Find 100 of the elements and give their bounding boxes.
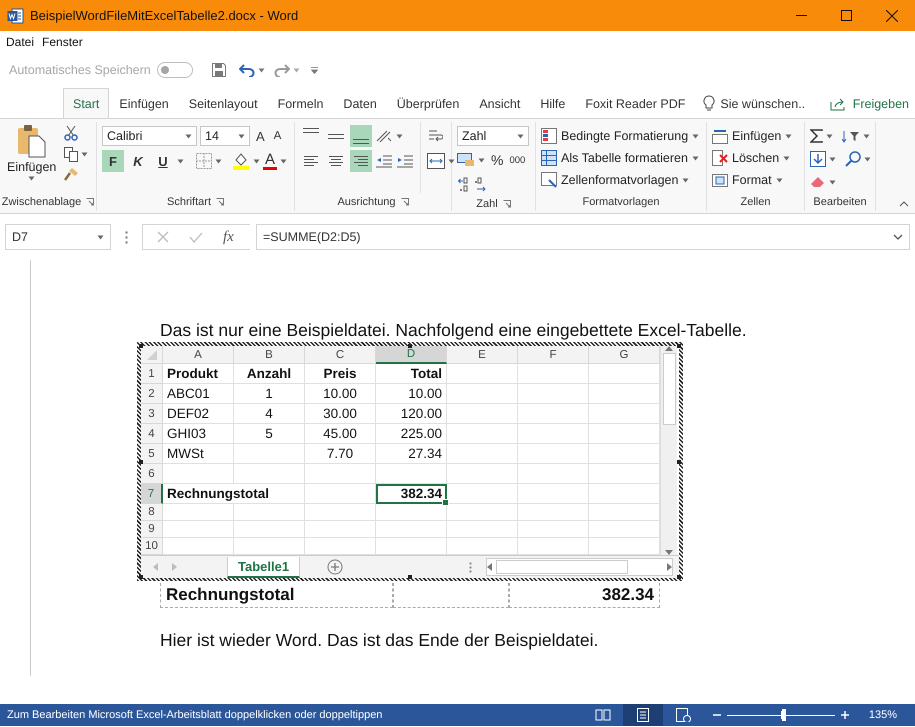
caret-icon[interactable] [253,158,260,164]
row-header[interactable]: 5 [141,444,163,464]
column-header[interactable]: D [376,346,447,364]
format-painter-icon[interactable] [64,167,80,181]
insert-cells-button[interactable]: Einfügen [712,125,792,147]
currency-icon[interactable] [457,153,475,167]
table-cell[interactable]: 382.34 [376,484,447,504]
row-header[interactable]: 3 [141,404,163,424]
menu-item[interactable]: Datei [6,34,34,50]
conditional-formatting-button[interactable]: Bedingte Formatierung [541,125,700,147]
table-cell[interactable] [518,521,589,538]
ribbon-tab[interactable]: Überprüfen [386,88,470,118]
table-cell[interactable] [447,424,518,444]
format-cells-button[interactable]: Format [712,169,792,191]
caret-icon[interactable] [396,134,403,138]
table-cell[interactable]: GHI03 [163,424,234,444]
expand-icon[interactable] [893,234,903,240]
zoom-slider-thumb[interactable] [782,709,786,721]
table-cell[interactable] [518,364,589,384]
ribbon-tab[interactable]: Hilfe [530,88,576,118]
number-format-field[interactable]: Zahl [457,126,529,146]
ribbon-tab[interactable]: Ansicht [469,88,530,118]
column-header[interactable]: B [234,346,305,364]
table-cell[interactable]: 7.70 [305,444,376,464]
more-options-icon[interactable] [469,562,472,572]
eraser-icon[interactable] [810,176,826,188]
table-cell[interactable] [163,521,234,538]
caret-icon[interactable] [682,178,690,182]
add-sheet-icon[interactable] [327,559,344,575]
zoom-in-icon[interactable] [840,711,849,719]
caret-icon[interactable] [177,158,184,164]
orientation-icon[interactable] [375,129,393,143]
copy-icon[interactable] [64,146,78,162]
table-cell[interactable] [447,444,518,464]
table-cell[interactable] [447,521,518,538]
view-button[interactable] [622,704,663,726]
wrap-text-icon[interactable] [427,128,443,144]
caret-icon[interactable] [517,134,524,138]
format-as-table-button[interactable]: Als Tabelle formatieren [541,147,700,169]
sheet-tab[interactable]: Tabelle1 [227,556,300,578]
row-header[interactable]: 4 [141,424,163,444]
menu-item[interactable]: Fenster [42,34,83,50]
table-cell[interactable] [305,504,376,521]
paste-button[interactable]: Einfügen [5,122,58,193]
vertical-align-button[interactable] [350,125,372,147]
undo-icon[interactable] [238,63,255,77]
caret-icon[interactable] [215,158,222,164]
table-cell[interactable] [305,484,376,504]
dialog-launcher-icon[interactable] [400,198,409,206]
insert-function-button[interactable]: fx [223,228,234,246]
sum-icon[interactable] [810,129,823,143]
collapse-ribbon-icon[interactable] [899,201,909,207]
resize-handle[interactable] [677,460,681,464]
caret-icon[interactable] [692,134,700,138]
share-button[interactable]: Freigeben [852,96,909,110]
row-header[interactable]: 9 [141,521,163,538]
search-icon[interactable] [845,151,861,167]
table-cell[interactable] [518,444,589,464]
table-cell[interactable] [447,504,518,521]
ribbon-tab[interactable]: Start [63,88,110,119]
table-cell[interactable] [234,521,305,538]
table-cell[interactable] [447,484,518,504]
table-cell[interactable]: MWSt [163,444,234,464]
table-cell[interactable]: 4 [234,404,305,424]
table-cell[interactable] [447,404,518,424]
font-size-field[interactable]: 14 [200,126,250,146]
table-cell[interactable]: 30.00 [305,404,376,424]
horizontal-scrollbar[interactable] [486,558,673,576]
column-header[interactable]: E [447,346,518,364]
borders-icon[interactable] [196,153,212,169]
table-cell[interactable] [376,521,447,538]
dialog-launcher-icon[interactable] [502,200,511,208]
close-icon[interactable] [886,10,898,22]
row-header[interactable]: 8 [141,504,163,521]
column-header[interactable]: F [518,346,589,364]
row-header[interactable]: 6 [141,464,163,484]
row-header[interactable]: 2 [141,384,163,404]
zoom-level[interactable]: 135% [868,709,897,721]
save-icon[interactable] [212,63,226,77]
resize-handle[interactable] [677,344,681,348]
table-cell[interactable] [518,484,589,504]
grow-font-button[interactable]: A [253,128,268,144]
formula-field[interactable]: =SUMME(D2:D5) [263,230,361,244]
lightbulb-icon[interactable] [703,95,716,112]
table-cell[interactable] [234,504,305,521]
caret-icon[interactable] [864,156,871,162]
table-cell[interactable] [518,424,589,444]
underline-button[interactable]: U [152,150,174,172]
table-cell[interactable] [376,504,447,521]
table-cell[interactable]: ABC01 [163,384,234,404]
scroll-right-icon[interactable] [667,563,672,571]
percent-button[interactable]: % [488,152,506,168]
redo-icon[interactable] [274,63,290,77]
decrease-decimal-icon[interactable] [474,177,488,193]
ribbon-tab[interactable]: Seitenlayout [178,88,268,118]
table-cell[interactable] [518,384,589,404]
fill-handle[interactable] [442,499,449,506]
embedded-spreadsheet[interactable]: A B C D E F G 1 Produkt Anzahl Preis Total 2 ABC01 1 10.00 10.00 3 DEF02 4 30.00 120.00 4 GHI03 5 45.00 225.00 5 MWSt 7.70 27.34 6 7 Rechnungstotal 382.34 8 9 10 Tabelle1 [137,342,683,581]
fill-color-icon[interactable] [232,152,250,170]
thousands-button[interactable]: 000 [509,154,526,166]
